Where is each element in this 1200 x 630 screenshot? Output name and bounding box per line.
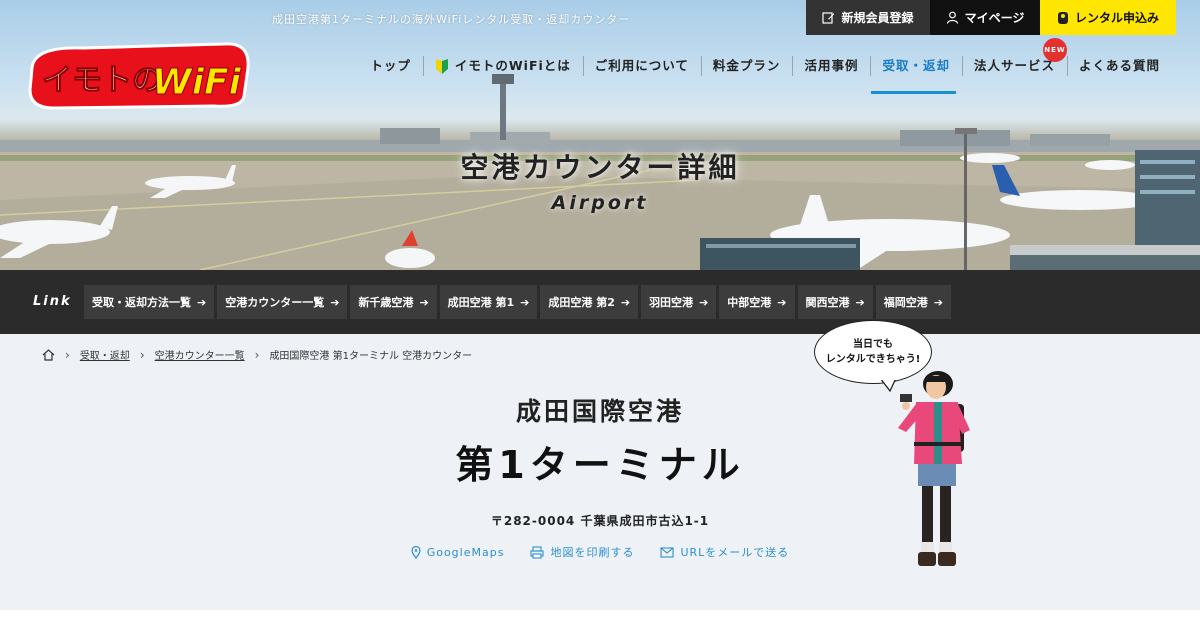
breadcrumb-pickup-return[interactable]: 受取・返却 bbox=[80, 347, 130, 362]
link-label: 空港カウンター一覧 bbox=[225, 296, 325, 309]
nav-pickup-return[interactable]: 受取・返却 bbox=[870, 50, 962, 94]
action-links: GoogleMaps 地図を印刷する URLをメールで送る bbox=[0, 544, 1200, 560]
link-label: 受取・返却方法一覧 bbox=[92, 296, 191, 309]
arrow-right-icon: ➔ bbox=[330, 295, 340, 309]
link-bar-items: 受取・返却方法一覧 ➔ 空港カウンター一覧 ➔ 新千歳空港 ➔ 成田空港 第1 ➔ 成田… bbox=[84, 285, 951, 319]
link-label: 福岡空港 bbox=[883, 296, 928, 309]
header-tagline: 成田空港第1ターミナルの海外WiFiレンタル受取・返却カウンター bbox=[272, 13, 631, 26]
home-icon[interactable] bbox=[42, 348, 55, 361]
mail-icon bbox=[660, 546, 675, 558]
link-narita-t2[interactable]: 成田空港 第2 ➔ bbox=[540, 285, 639, 319]
user-icon bbox=[946, 11, 958, 24]
arrow-right-icon: ➔ bbox=[197, 295, 207, 309]
map-pin-icon bbox=[411, 545, 421, 559]
link-chubu[interactable]: 中部空港 ➔ bbox=[719, 285, 795, 319]
rental-apply-label: レンタル申込み bbox=[1074, 11, 1159, 25]
link-label: 成田空港 第1 bbox=[447, 296, 515, 309]
nav-top[interactable]: トップ bbox=[358, 50, 423, 82]
link-fukuoka[interactable]: 福岡空港 ➔ bbox=[875, 285, 951, 319]
arrow-right-icon: ➔ bbox=[419, 295, 429, 309]
link-new-chitose[interactable]: 新千歳空港 ➔ bbox=[350, 285, 437, 319]
link-label: 羽田空港 bbox=[649, 296, 694, 309]
imoto-wifi-logo[interactable]: イモトの WiFi bbox=[24, 38, 254, 110]
link-bar: Link 受取・返却方法一覧 ➔ 空港カウンター一覧 ➔ 新千歳空港 ➔ 成田空港 第… bbox=[0, 270, 1200, 334]
nav-cases[interactable]: 活用事例 bbox=[792, 50, 870, 82]
link-label: 成田空港 第2 bbox=[548, 296, 615, 309]
breadcrumb-separator: › bbox=[65, 347, 70, 362]
google-maps-link[interactable]: GoogleMaps bbox=[411, 544, 505, 560]
link-label: 新千歳空港 bbox=[358, 296, 414, 309]
hero-subtitle: Airport bbox=[551, 192, 649, 214]
nav-faq[interactable]: よくある質問 bbox=[1066, 50, 1172, 82]
arrow-right-icon: ➔ bbox=[777, 295, 787, 309]
link-haneda[interactable]: 羽田空港 ➔ bbox=[641, 285, 717, 319]
main-content: › 受取・返却 › 空港カウンター一覧 › 成田国際空港 第1ターミナル 空港カ… bbox=[0, 334, 1200, 610]
nav-label: 料金プラン bbox=[712, 58, 781, 73]
arrow-right-icon: ➔ bbox=[855, 295, 865, 309]
link-pickup-methods[interactable]: 受取・返却方法一覧 ➔ bbox=[84, 285, 215, 319]
hero-title: 空港カウンター詳細 bbox=[460, 151, 740, 184]
printer-icon bbox=[530, 545, 545, 559]
address: 〒282-0004 千葉県成田市古込1-1 bbox=[490, 514, 710, 528]
nav-label: 法人サービス bbox=[973, 58, 1055, 73]
rental-apply-button[interactable]: レンタル申込み bbox=[1040, 0, 1176, 35]
nav-label: 受取・返却 bbox=[882, 58, 950, 73]
new-badge: NEW bbox=[1042, 38, 1067, 62]
global-nav: トップ イモトのWiFiとは ご利用について 料金プラン 活用事例 受取・返却 … bbox=[358, 38, 1172, 94]
airport-name: 成田国際空港 bbox=[515, 397, 684, 426]
arrow-right-icon: ➔ bbox=[933, 295, 943, 309]
terminal-name: 第1ターミナル bbox=[455, 443, 745, 487]
action-label: GoogleMaps bbox=[426, 545, 505, 559]
link-label: 中部空港 bbox=[727, 296, 772, 309]
edit-icon bbox=[822, 12, 835, 24]
nav-label: ご利用について bbox=[594, 58, 689, 73]
nav-label: 活用事例 bbox=[804, 58, 859, 73]
print-map-link[interactable]: 地図を印刷する bbox=[530, 544, 634, 560]
register-button[interactable]: 新規会員登録 bbox=[806, 0, 930, 35]
email-url-link[interactable]: URLをメールで送る bbox=[660, 544, 789, 560]
footer-strip bbox=[0, 610, 1200, 630]
mypage-button[interactable]: マイページ bbox=[930, 0, 1040, 35]
nav-pricing[interactable]: 料金プラン bbox=[700, 50, 793, 82]
nav-label: よくある質問 bbox=[1078, 58, 1160, 73]
register-label: 新規会員登録 bbox=[841, 11, 914, 25]
hero-banner: 成田空港第1ターミナルの海外WiFiレンタル受取・返却カウンター 新規会員登録 … bbox=[0, 0, 1200, 270]
nav-label: イモトのWiFiとは bbox=[454, 58, 571, 73]
svg-text:WiFi: WiFi bbox=[152, 62, 242, 103]
breadcrumb-separator: › bbox=[254, 347, 260, 362]
wifi-router-icon bbox=[1057, 11, 1068, 24]
link-label: 関西空港 bbox=[805, 296, 850, 309]
nav-about[interactable]: イモトのWiFiとは bbox=[422, 50, 583, 82]
breadcrumb-separator: › bbox=[139, 347, 145, 362]
link-bar-label: Link bbox=[33, 294, 72, 309]
link-airport-counters[interactable]: 空港カウンター一覧 ➔ bbox=[217, 285, 348, 319]
action-label: 地図を印刷する bbox=[550, 546, 635, 559]
bubble-line-2: レンタルできちゃう! bbox=[825, 354, 921, 365]
arrow-right-icon: ➔ bbox=[520, 295, 530, 309]
breadcrumb-current: 成田国際空港 第1ターミナル 空港カウンター bbox=[269, 351, 473, 362]
link-kansai[interactable]: 関西空港 ➔ bbox=[797, 285, 873, 319]
arrow-right-icon: ➔ bbox=[620, 295, 631, 309]
action-label: URLをメールで送る bbox=[680, 546, 790, 559]
bubble-line-1: 当日でも bbox=[853, 339, 893, 350]
link-narita-t1[interactable]: 成田空港 第1 ➔ bbox=[439, 285, 538, 319]
beginner-leaf-icon bbox=[435, 58, 448, 74]
breadcrumb: › 受取・返却 › 空港カウンター一覧 › 成田国際空港 第1ターミナル 空港カ… bbox=[42, 347, 472, 362]
breadcrumb-airport-counters[interactable]: 空港カウンター一覧 bbox=[155, 347, 245, 362]
mypage-label: マイページ bbox=[964, 11, 1025, 25]
arrow-right-icon: ➔ bbox=[699, 295, 709, 309]
nav-corporate[interactable]: 法人サービス NEW bbox=[961, 38, 1067, 82]
svg-text:イモトの: イモトの bbox=[42, 63, 162, 98]
nav-label: トップ bbox=[370, 58, 411, 73]
mascot-character-image bbox=[898, 371, 970, 566]
nav-usage[interactable]: ご利用について bbox=[582, 50, 701, 82]
